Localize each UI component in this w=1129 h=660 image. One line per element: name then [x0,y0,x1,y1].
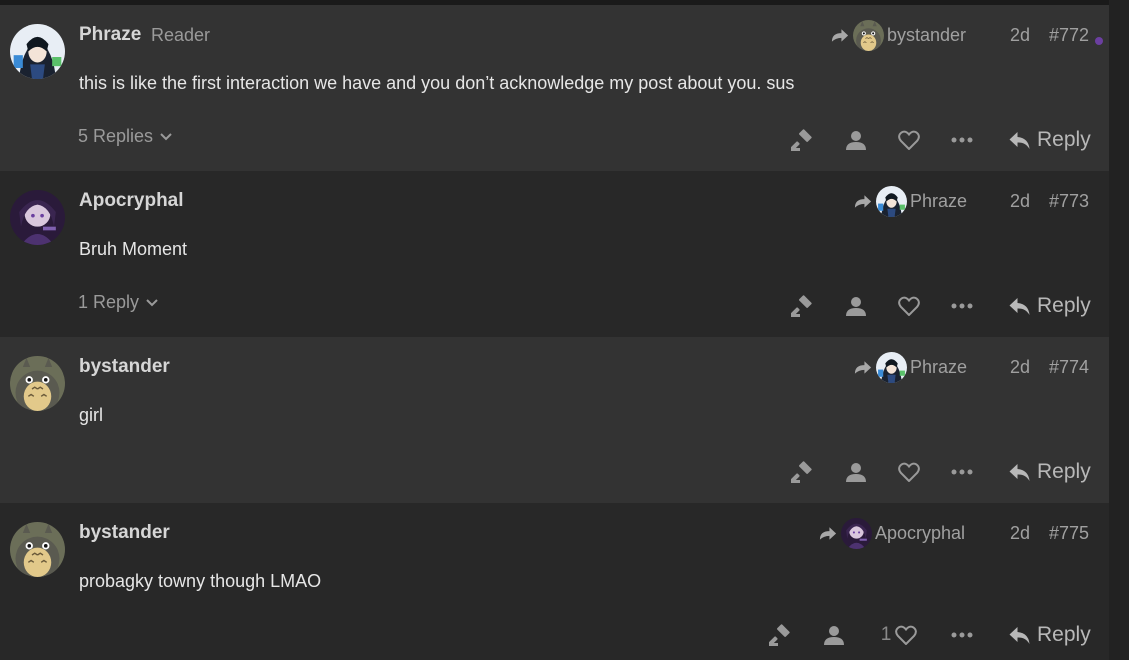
post-content: girl [79,405,104,425]
more-button[interactable] [950,452,974,492]
reply-to-tab[interactable]: Apocryphal [818,517,965,549]
user-card-button[interactable] [845,452,867,492]
like-count: 1 [880,624,892,645]
reply-label: Reply [1037,623,1091,646]
avatar[interactable] [10,522,65,577]
reply-icon [1009,627,1030,644]
post-author[interactable]: Apocryphal [79,190,184,212]
chevron-down-icon [160,132,173,140]
reply-button[interactable]: Reply [1008,615,1091,655]
reply-button[interactable]: Reply [1008,286,1091,326]
share-arrow-icon [854,195,872,208]
ellipsis-icon [951,632,973,638]
post-date[interactable]: 2d [1010,191,1030,212]
post-772: Phraze Reader bystander 2d #772 this is … [0,5,1109,171]
post-author[interactable]: bystander [79,356,170,378]
avatar [876,185,907,217]
reply-button[interactable]: Reply [1008,452,1091,492]
post-number[interactable]: #774 [1049,357,1089,378]
like-button[interactable] [897,120,921,160]
reply-label: Reply [1037,128,1091,151]
post-content: probagky towny though LMAO [79,571,322,591]
user-icon [846,131,866,150]
gavel-icon [791,295,813,317]
reply-label: Reply [1037,460,1091,483]
admin-button[interactable] [767,615,793,655]
reply-to-tab[interactable]: Phraze [853,351,967,383]
avatar[interactable] [10,24,65,79]
admin-button[interactable] [789,120,815,160]
reply-button[interactable]: Reply [1008,120,1091,160]
share-arrow-icon [831,29,849,42]
post-date[interactable]: 2d [1010,523,1030,544]
share-arrow-icon [819,527,837,540]
post-775: bystander Apocryphal 2d #775 probagky to… [0,503,1109,660]
heart-icon [898,130,920,150]
post-774: bystander Phraze 2d #774 girl Reply [0,337,1109,503]
gavel-icon [791,461,813,483]
post-number[interactable]: #772 [1049,25,1089,46]
more-button[interactable] [950,615,974,655]
avatar [876,351,907,383]
user-title: Reader [151,25,211,45]
gavel-icon [769,624,791,646]
post-author[interactable]: bystander [79,522,170,544]
user-icon [846,297,866,316]
user-icon [846,463,866,482]
post-content: Bruh Moment [79,239,188,259]
like-button[interactable]: 1 [876,615,922,655]
admin-button[interactable] [789,452,815,492]
share-arrow-icon [854,361,872,374]
more-button[interactable] [950,286,974,326]
reply-to-username: Apocryphal [875,522,966,543]
reply-label: Reply [1037,294,1091,317]
reply-icon [1009,298,1030,315]
user-card-button[interactable] [823,615,845,655]
reply-to-username: bystander [887,24,967,45]
reply-to-username: Phraze [910,356,968,377]
like-button[interactable] [897,286,921,326]
avatar [853,19,884,51]
user-card-button[interactable] [845,120,867,160]
admin-button[interactable] [789,286,815,326]
user-card-button[interactable] [845,286,867,326]
ellipsis-icon [951,303,973,309]
post-773: Apocryphal Phraze 2d #773 Bruh Moment 1 … [0,171,1109,337]
replies-count: 5 Replies [78,126,154,146]
post-author[interactable]: Phraze [79,24,141,46]
post-date[interactable]: 2d [1010,25,1030,46]
ellipsis-icon [951,137,973,143]
reply-to-tab[interactable]: Phraze [853,185,967,217]
reply-icon [1009,464,1030,481]
post-content: this is like the first interaction we ha… [79,73,795,93]
unread-indicator [1095,37,1103,45]
gavel-icon [791,129,813,151]
replies-count: 1 Reply [78,292,140,312]
avatar[interactable] [10,190,65,245]
reply-to-username: Phraze [910,190,968,211]
ellipsis-icon [951,469,973,475]
avatar [841,517,872,549]
heart-icon [895,625,918,645]
reply-to-tab[interactable]: bystander [830,19,966,51]
like-button[interactable] [897,452,921,492]
heart-icon [898,462,920,482]
post-number[interactable]: #773 [1049,191,1089,212]
user-icon [824,626,844,645]
reply-icon [1009,132,1030,149]
chevron-down-icon [146,298,159,306]
heart-icon [898,296,920,316]
avatar[interactable] [10,356,65,411]
right-gutter [1109,0,1129,660]
show-replies-button[interactable]: 1 Reply [78,292,159,313]
more-button[interactable] [950,120,974,160]
show-replies-button[interactable]: 5 Replies [78,126,173,147]
post-number[interactable]: #775 [1049,523,1089,544]
post-date[interactable]: 2d [1010,357,1030,378]
